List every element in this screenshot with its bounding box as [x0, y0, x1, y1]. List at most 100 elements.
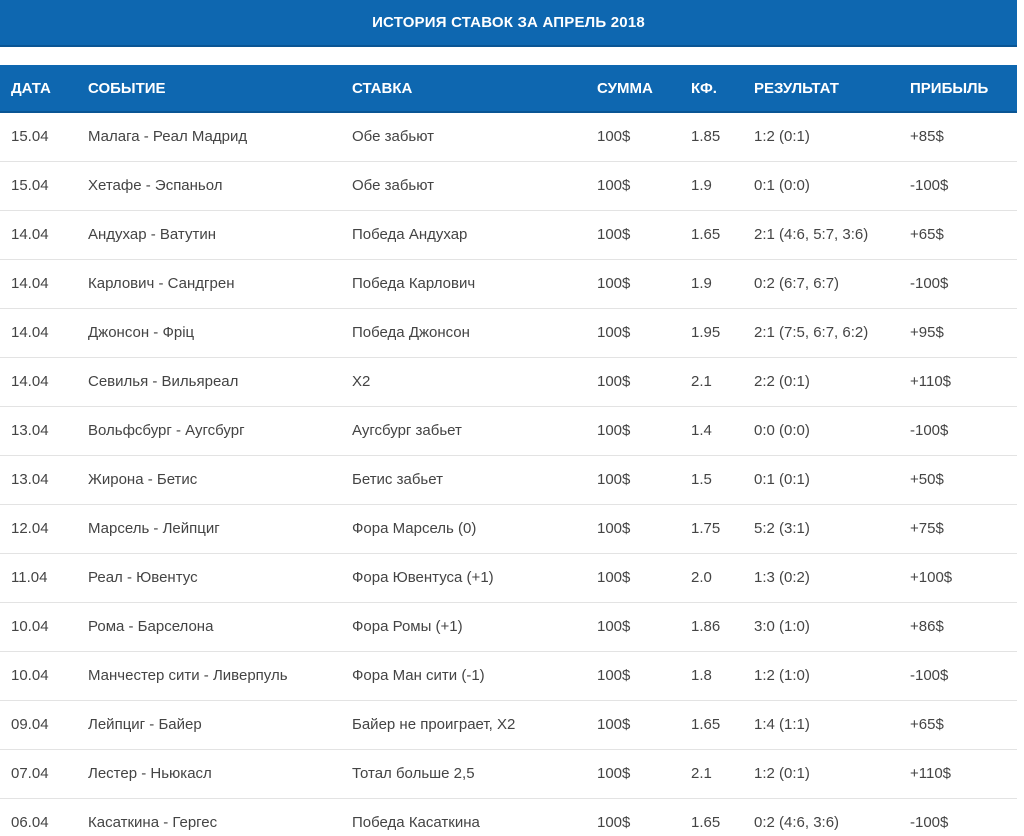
cell-bet: Бетис забьет [341, 455, 586, 505]
header-bet: СТАВКА [341, 65, 586, 113]
cell-date: 06.04 [0, 798, 74, 836]
table-row: 15.04 Малага - Реал Мадрид Обе забьют 100$ 1… [0, 112, 1017, 162]
cell-result: 0:2 (6:7, 6:7) [743, 259, 899, 309]
cell-bet: Фора Ювентуса (+1) [341, 553, 586, 603]
cell-event: Карлович - Сандгрен [74, 259, 341, 309]
cell-sum: 100$ [586, 112, 680, 162]
cell-bet: Победа Карлович [341, 259, 586, 309]
header-date: ДАТА [0, 65, 74, 113]
cell-profit: +100$ [899, 553, 1017, 603]
cell-date: 14.04 [0, 308, 74, 358]
cell-odds: 1.4 [680, 406, 743, 456]
cell-event: Джонсон - Фріц [74, 308, 341, 358]
cell-event: Жирона - Бетис [74, 455, 341, 505]
cell-profit: -100$ [899, 406, 1017, 456]
cell-odds: 1.8 [680, 651, 743, 701]
cell-event: Марсель - Лейпциг [74, 504, 341, 554]
cell-date: 14.04 [0, 259, 74, 309]
title-bar: ИСТОРИЯ СТАВОК ЗА АПРЕЛЬ 2018 [0, 0, 1017, 47]
cell-profit: +110$ [899, 749, 1017, 799]
table-row: 13.04 Вольфсбург - Аугсбург Аугсбург забье… [0, 406, 1017, 456]
cell-bet: Победа Касаткина [341, 798, 586, 836]
cell-result: 1:2 (0:1) [743, 112, 899, 162]
cell-sum: 100$ [586, 602, 680, 652]
cell-result: 0:2 (4:6, 3:6) [743, 798, 899, 836]
cell-profit: +95$ [899, 308, 1017, 358]
cell-result: 2:2 (0:1) [743, 357, 899, 407]
cell-profit: -100$ [899, 798, 1017, 836]
cell-event: Реал - Ювентус [74, 553, 341, 603]
cell-odds: 1.5 [680, 455, 743, 505]
cell-odds: 2.1 [680, 749, 743, 799]
cell-bet: Х2 [341, 357, 586, 407]
cell-date: 13.04 [0, 455, 74, 505]
table-row: 10.04 Рома - Барселона Фора Ромы (+1) 100$ 1… [0, 602, 1017, 652]
cell-sum: 100$ [586, 651, 680, 701]
table-row: 12.04 Марсель - Лейпциг Фора Марсель (0) 10… [0, 504, 1017, 554]
cell-event: Вольфсбург - Аугсбург [74, 406, 341, 456]
cell-odds: 1.9 [680, 259, 743, 309]
cell-date: 13.04 [0, 406, 74, 456]
page: ИСТОРИЯ СТАВОК ЗА АПРЕЛЬ 2018 ДАТА СОБЫТ… [0, 0, 1024, 836]
header-sum: СУММА [586, 65, 680, 113]
table-body: 15.04 Малага - Реал Мадрид Обе забьют 100$ 1… [0, 112, 1017, 836]
cell-result: 3:0 (1:0) [743, 602, 899, 652]
cell-result: 1:3 (0:2) [743, 553, 899, 603]
table-row: 11.04 Реал - Ювентус Фора Ювентуса (+1) 100… [0, 553, 1017, 603]
header-row: ДАТА СОБЫТИЕ СТАВКА СУММА КФ. РЕЗУЛЬТАТ … [0, 65, 1017, 113]
cell-profit: +85$ [899, 112, 1017, 162]
header-odds: КФ. [680, 65, 743, 113]
cell-profit: -100$ [899, 651, 1017, 701]
cell-sum: 100$ [586, 749, 680, 799]
cell-odds: 2.1 [680, 357, 743, 407]
cell-result: 5:2 (3:1) [743, 504, 899, 554]
cell-bet: Тотал больше 2,5 [341, 749, 586, 799]
cell-result: 1:2 (0:1) [743, 749, 899, 799]
cell-profit: +50$ [899, 455, 1017, 505]
cell-date: 14.04 [0, 357, 74, 407]
cell-profit: +65$ [899, 700, 1017, 750]
cell-odds: 1.95 [680, 308, 743, 358]
cell-odds: 1.65 [680, 798, 743, 836]
cell-sum: 100$ [586, 161, 680, 211]
cell-bet: Фора Ман сити (-1) [341, 651, 586, 701]
cell-event: Малага - Реал Мадрид [74, 112, 341, 162]
cell-bet: Победа Джонсон [341, 308, 586, 358]
cell-sum: 100$ [586, 700, 680, 750]
cell-result: 1:2 (1:0) [743, 651, 899, 701]
cell-date: 10.04 [0, 602, 74, 652]
cell-bet: Обе забьют [341, 112, 586, 162]
cell-sum: 100$ [586, 406, 680, 456]
page-title: ИСТОРИЯ СТАВОК ЗА АПРЕЛЬ 2018 [372, 14, 645, 31]
cell-result: 0:1 (0:1) [743, 455, 899, 505]
table-row: 14.04 Карлович - Сандгрен Победа Карлович 1… [0, 259, 1017, 309]
table-row: 07.04 Лестер - Ньюкасл Тотал больше 2,5 100… [0, 749, 1017, 799]
cell-profit: +65$ [899, 210, 1017, 260]
cell-result: 0:0 (0:0) [743, 406, 899, 456]
table-row: 10.04 Манчестер сити - Ливерпуль Фора Ман … [0, 651, 1017, 701]
page-edge [1017, 0, 1024, 836]
cell-bet: Байер не проиграет, Х2 [341, 700, 586, 750]
cell-profit: +86$ [899, 602, 1017, 652]
table-header: ДАТА СОБЫТИЕ СТАВКА СУММА КФ. РЕЗУЛЬТАТ … [0, 65, 1017, 113]
cell-odds: 1.86 [680, 602, 743, 652]
cell-odds: 1.65 [680, 210, 743, 260]
cell-event: Андухар - Ватутин [74, 210, 341, 260]
cell-date: 09.04 [0, 700, 74, 750]
cell-bet: Аугсбург забьет [341, 406, 586, 456]
cell-event: Лейпциг - Байер [74, 700, 341, 750]
cell-odds: 1.85 [680, 112, 743, 162]
table-row: 14.04 Андухар - Ватутин Победа Андухар 100$… [0, 210, 1017, 260]
cell-odds: 2.0 [680, 553, 743, 603]
cell-profit: +110$ [899, 357, 1017, 407]
cell-sum: 100$ [586, 455, 680, 505]
cell-odds: 1.65 [680, 700, 743, 750]
cell-bet: Фора Марсель (0) [341, 504, 586, 554]
cell-event: Рома - Барселона [74, 602, 341, 652]
cell-event: Севилья - Вильяреал [74, 357, 341, 407]
cell-event: Касаткина - Гергес [74, 798, 341, 836]
cell-odds: 1.9 [680, 161, 743, 211]
cell-date: 15.04 [0, 161, 74, 211]
header-result: РЕЗУЛЬТАТ [743, 65, 899, 113]
cell-sum: 100$ [586, 504, 680, 554]
